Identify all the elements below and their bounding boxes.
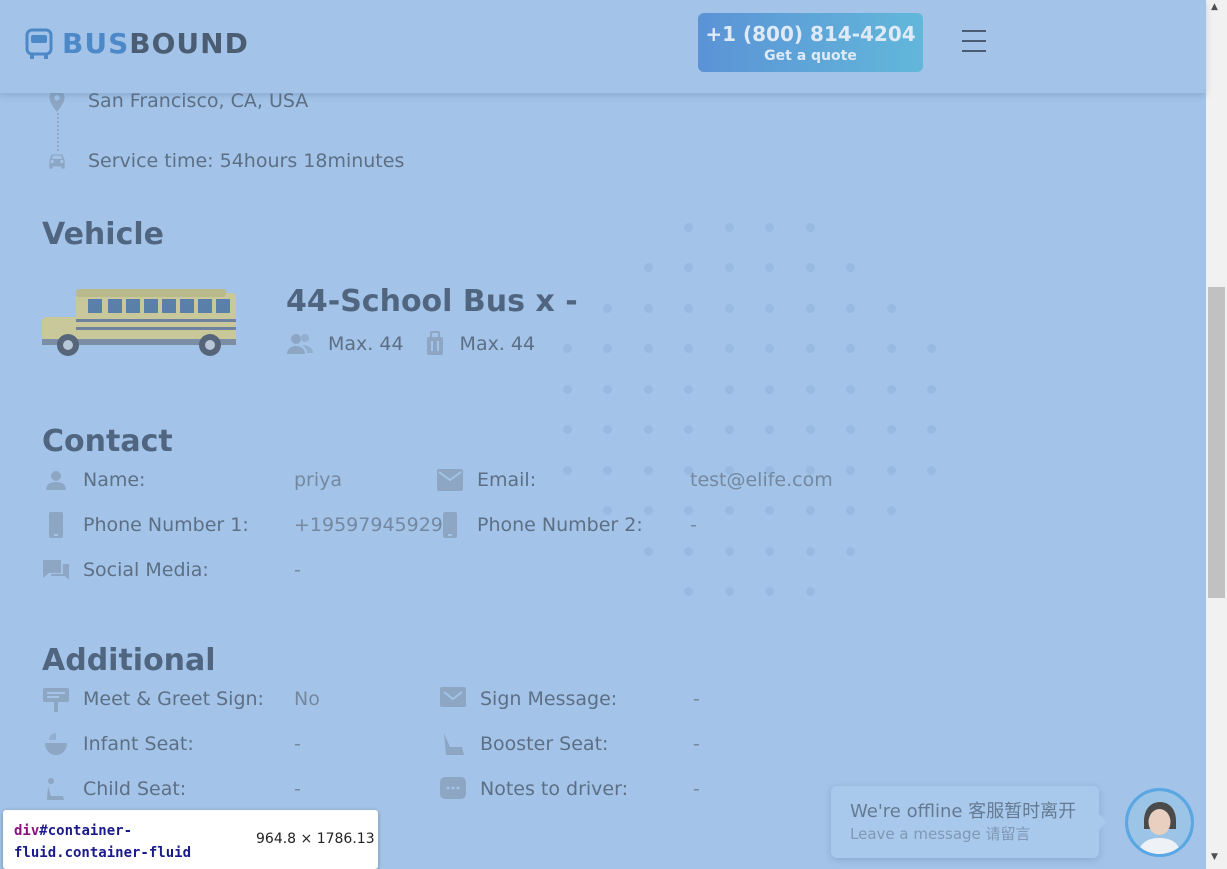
contact-phone2-row: Phone Number 2: <box>437 512 643 538</box>
mobile-phone-icon <box>43 512 69 538</box>
infant-seat-label: Infant Seat: <box>83 733 194 755</box>
phone1-value: +19597945929 <box>294 514 443 536</box>
contact-email-row: Email: <box>437 467 536 493</box>
social-label: Social Media: <box>83 559 209 581</box>
get-quote-button[interactable]: +1 (800) 814-4204 Get a quote <box>698 13 923 72</box>
logo[interactable]: BUSBOUND <box>24 27 249 60</box>
additional-heading: Additional <box>42 643 216 678</box>
dotted-background-pattern <box>562 222 970 615</box>
infant-seat-icon <box>43 731 69 757</box>
notes-icon <box>440 776 466 802</box>
quote-phone: +1 (800) 814-4204 <box>705 22 916 46</box>
chat-prompt: Leave a message 请留言 <box>850 825 1031 843</box>
element-dimensions: 964.8 × 1786.13 <box>256 831 375 847</box>
booster-seat-row: Booster Seat: <box>440 731 608 757</box>
site-header: BUSBOUND +1 (800) 814-4204 Get a quote <box>0 0 1206 93</box>
chat-bubbles-icon <box>43 557 69 583</box>
chat-agent-avatar[interactable] <box>1125 788 1194 857</box>
message-icon <box>440 686 466 712</box>
vehicle-capacity: Max. 44 Max. 44 <box>286 331 535 357</box>
agent-avatar-icon <box>1128 791 1191 854</box>
route-connector <box>57 113 59 151</box>
devtools-element-tooltip: div#container-fluid.container-fluid 964.… <box>3 810 378 869</box>
chat-offline-bubble[interactable]: We're offline 客服暂时离开 Leave a message 请留言 <box>831 786 1107 858</box>
phone1-label: Phone Number 1: <box>83 514 249 536</box>
vertical-scrollbar[interactable]: ▲ ▼ <box>1206 0 1227 869</box>
school-bus-image <box>42 289 236 356</box>
social-value: - <box>294 559 301 581</box>
chat-status: We're offline 客服暂时离开 <box>850 801 1077 822</box>
infant-seat-value: - <box>294 733 301 755</box>
phone2-label: Phone Number 2: <box>477 514 643 536</box>
child-seat-row: Child Seat: <box>43 776 186 802</box>
logo-text: BUSBOUND <box>62 27 249 60</box>
booster-seat-value: - <box>693 733 700 755</box>
contact-heading: Contact <box>42 424 173 459</box>
scroll-thumb[interactable] <box>1208 287 1225 598</box>
sign-message-value: - <box>693 688 700 710</box>
route-location: San Francisco, CA, USA <box>88 90 309 112</box>
envelope-icon <box>437 467 463 493</box>
passengers-icon <box>287 334 313 354</box>
email-value: test@elife.com <box>690 469 833 491</box>
booster-seat-label: Booster Seat: <box>480 733 609 755</box>
service-time-row: Service time: 54hours 18minutes <box>44 148 404 174</box>
luggage-capacity: Max. 44 <box>459 333 536 355</box>
vehicle-name: 44-School Bus x - <box>286 284 578 319</box>
contact-phone1-row: Phone Number 1: <box>43 512 249 538</box>
infant-seat-row: Infant Seat: <box>43 731 194 757</box>
meet-greet-value: No <box>294 688 320 710</box>
sign-board-icon <box>43 686 69 712</box>
contact-social-row: Social Media: <box>43 557 209 583</box>
meet-greet-row: Meet & Greet Sign: <box>43 686 264 712</box>
luggage-icon <box>426 331 443 355</box>
email-label: Email: <box>477 469 537 491</box>
child-seat-icon <box>43 776 69 802</box>
person-icon <box>43 467 69 493</box>
name-value: priya <box>294 469 343 491</box>
element-selector: div#container-fluid.container-fluid <box>14 823 192 861</box>
meet-greet-label: Meet & Greet Sign: <box>83 688 264 710</box>
name-label: Name: <box>83 469 146 491</box>
scroll-down-arrow-icon[interactable]: ▼ <box>1211 852 1218 862</box>
sign-message-label: Sign Message: <box>480 688 618 710</box>
child-seat-label: Child Seat: <box>83 778 187 800</box>
bus-logo-icon <box>25 28 53 59</box>
scroll-up-arrow-icon[interactable]: ▲ <box>1211 2 1218 12</box>
hamburger-menu-icon[interactable] <box>962 30 986 54</box>
passenger-capacity: Max. 44 <box>328 333 404 355</box>
vehicle-heading: Vehicle <box>42 217 164 252</box>
sign-message-row: Sign Message: <box>440 686 617 712</box>
mobile-phone-icon <box>437 512 463 538</box>
phone2-value: - <box>690 514 697 536</box>
contact-name-row: Name: <box>43 467 145 493</box>
booster-seat-icon <box>440 731 466 757</box>
child-seat-value: - <box>294 778 301 800</box>
notes-driver-value: - <box>693 778 700 800</box>
service-time: Service time: 54hours 18minutes <box>88 150 405 172</box>
quote-label: Get a quote <box>764 48 857 64</box>
car-icon <box>49 154 65 169</box>
notes-driver-row: Notes to driver: <box>440 776 628 802</box>
notes-driver-label: Notes to driver: <box>480 778 628 800</box>
